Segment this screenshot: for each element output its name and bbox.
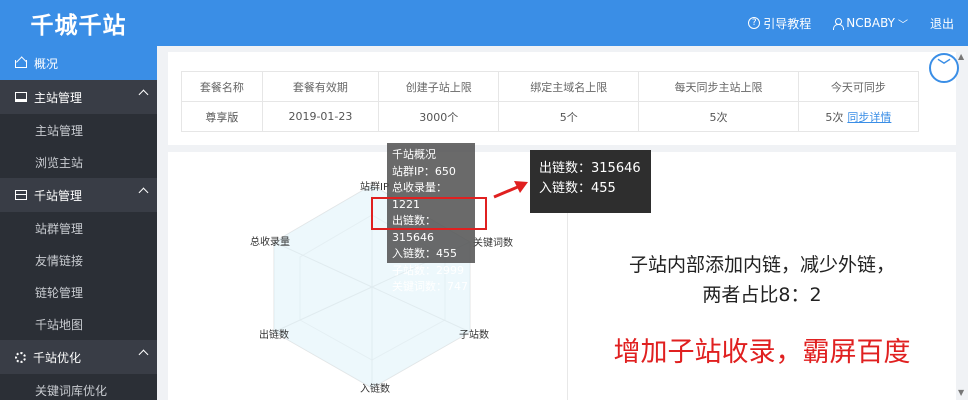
radar-label-subsites: 子站数	[459, 330, 489, 341]
tooltip-title: 千站概况	[392, 148, 436, 161]
sidebar-group-label: 主站管理	[34, 90, 83, 105]
table-header-cell: 今天可同步	[797, 71, 920, 102]
guide-label: 引导教程	[763, 16, 812, 31]
table-header-cell: 套餐名称	[181, 71, 263, 102]
logout-link[interactable]: 退出	[930, 15, 954, 32]
sidebar-group-label: 千站管理	[34, 188, 83, 203]
scroll-down-arrow[interactable]: ▼	[958, 388, 968, 398]
subsite-limit: 3000个	[378, 101, 500, 132]
sidebar-item-site-map[interactable]: 千站地图	[0, 308, 157, 340]
table-header-cell: 套餐有效期	[261, 71, 380, 102]
sidebar-item-main-site-manage[interactable]: 主站管理	[0, 114, 157, 146]
today-sync-value: 5次	[825, 110, 844, 124]
chevron-up-icon	[138, 187, 149, 198]
sidebar-item-keyword-optimize[interactable]: 关键词库优化	[0, 374, 157, 400]
help-icon: ?	[748, 17, 761, 29]
package-card: 套餐名称 套餐有效期 创建子站上限 绑定主域名上限 每天同步主站上限 今天可同步…	[168, 52, 956, 145]
table-header-cell: 每天同步主站上限	[638, 71, 799, 102]
radar-label-inlinks: 入链数	[360, 384, 390, 395]
home-icon	[15, 60, 27, 68]
radar-label-keywords: 关键词数	[473, 238, 513, 249]
note-text: 子站内部添加内链，减少外链， 两者占比8：2	[568, 250, 956, 310]
sync-detail-link[interactable]: 同步详情	[847, 111, 891, 124]
sidebar-group-label: 千站优化	[33, 350, 82, 365]
top-header: 千城千站 ? 引导教程 NCBABY ﹀ 退出	[0, 0, 968, 46]
radar-label-outlinks: 出链数	[259, 330, 289, 341]
table-row: 尊享版 2019-01-23 3000个 5个 5次 5次 同步详情	[181, 101, 920, 132]
sidebar-item-link-wheel[interactable]: 链轮管理	[0, 276, 157, 308]
package-name: 尊享版	[181, 101, 263, 132]
sidebar-group-site-manage[interactable]: 千站管理	[0, 178, 157, 212]
logo[interactable]: 千城千站	[0, 0, 157, 46]
table-header-row: 套餐名称 套餐有效期 创建子站上限 绑定主域名上限 每天同步主站上限 今天可同步	[181, 71, 920, 102]
package-table: 套餐名称 套餐有效期 创建子站上限 绑定主域名上限 每天同步主站上限 今天可同步…	[181, 71, 920, 132]
sidebar-item-browse-main-site[interactable]: 浏览主站	[0, 146, 157, 178]
tooltip-line: 子站数：2999	[392, 263, 464, 277]
expand-panel-button[interactable]: ﹀	[929, 53, 959, 83]
table-header-cell: 绑定主域名上限	[498, 71, 640, 102]
sidebar-item-label: 概况	[34, 56, 59, 71]
highlight-text: 增加子站收录，霸屏百度	[613, 337, 911, 368]
scroll-up-arrow[interactable]: ▲	[958, 52, 968, 62]
sidebar-item-overview[interactable]: 概况	[0, 46, 157, 80]
gear-icon	[15, 351, 26, 363]
monitor-icon	[15, 92, 27, 102]
table-header-cell: 创建子站上限	[378, 71, 500, 102]
arrow-icon	[493, 181, 528, 199]
double-chevron-down-icon: ﹀	[937, 59, 951, 74]
logout-label: 退出	[929, 16, 954, 31]
note-line: 子站内部添加内链，减少外链，	[628, 254, 895, 276]
chevron-down-icon: ﹀	[897, 19, 908, 31]
tooltip-line: 关键词数：747	[392, 280, 468, 293]
today-sync-cell: 5次 同步详情	[797, 101, 920, 132]
highlight-box	[371, 197, 487, 230]
sync-limit: 5次	[638, 101, 799, 132]
sidebar-item-site-group[interactable]: 站群管理	[0, 212, 157, 244]
server-icon	[15, 190, 27, 200]
chevron-up-icon	[138, 349, 149, 360]
user-label: NCBABY	[846, 16, 895, 30]
guide-link[interactable]: ? 引导教程	[748, 15, 811, 32]
tooltip-line: 站群IP：650	[392, 164, 456, 178]
domain-limit: 5个	[498, 101, 640, 132]
user-icon	[833, 17, 845, 30]
sidebar-group-main-site[interactable]: 主站管理	[0, 80, 157, 114]
sidebar-group-site-optimize[interactable]: 千站优化	[0, 340, 157, 374]
chevron-up-icon	[138, 89, 149, 100]
sidebar-item-friend-links[interactable]: 友情链接	[0, 244, 157, 276]
callout-box: 出链数：315646 入链数：455	[530, 150, 651, 213]
callout-line: 入链数：455	[539, 181, 616, 196]
radar-label-ip: 站群IP	[360, 182, 389, 193]
package-expiry: 2019-01-23	[261, 101, 380, 132]
radar-label-indexed: 总收录量	[250, 237, 290, 248]
header-nav: ? 引导教程 NCBABY ﹀ 退出	[726, 0, 954, 46]
tooltip-line: 入链数：455	[392, 247, 457, 260]
note-line: 两者占比8：2	[702, 284, 822, 306]
user-menu[interactable]: NCBABY ﹀	[833, 16, 908, 31]
callout-line: 出链数：315646	[539, 161, 641, 176]
sidebar: 概况 主站管理 主站管理 浏览主站 千站管理 站群管理 友情链接 链轮管理 千站…	[0, 46, 157, 400]
